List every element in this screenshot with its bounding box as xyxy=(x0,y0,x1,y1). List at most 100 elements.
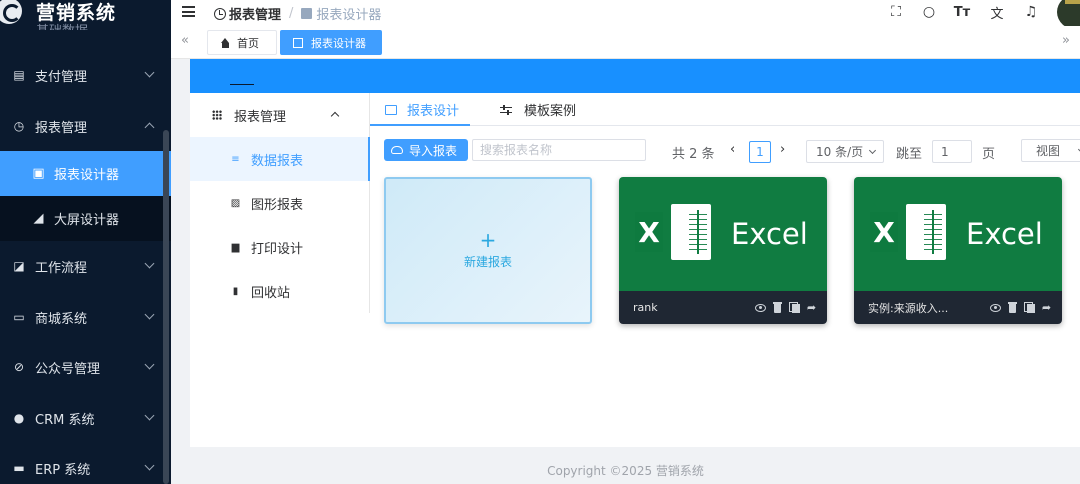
page-size-select[interactable]: 10 条/页 xyxy=(806,140,884,163)
chevron-up-icon xyxy=(330,111,340,121)
hamburger-icon[interactable] xyxy=(182,6,195,17)
report-card[interactable]: X Excel 实例:来源收入... xyxy=(854,177,1062,324)
fullscreen-icon[interactable]: ⛶ xyxy=(887,3,905,21)
preview-icon[interactable] xyxy=(990,302,1001,313)
copy-icon[interactable] xyxy=(1024,302,1035,313)
new-report-card[interactable]: + 新建报表 xyxy=(384,177,592,324)
preview-icon[interactable] xyxy=(755,302,766,313)
sidebar-item-partial[interactable]: 基础数据 xyxy=(36,20,88,30)
report-thumbnail: X Excel xyxy=(619,177,827,291)
divider xyxy=(230,84,254,86)
logo-icon xyxy=(0,0,22,24)
jump-input[interactable] xyxy=(932,140,972,163)
sidebar-item-label: 报表管理 xyxy=(35,120,88,136)
home-icon xyxy=(220,37,231,48)
chevron-left-icon[interactable]: ‹ xyxy=(730,142,735,157)
flow-icon: ◪ xyxy=(13,259,25,273)
chevron-down-icon xyxy=(144,258,155,269)
monitor-icon: ▭ xyxy=(13,310,25,324)
sidebar-item-report-management[interactable]: ◷ 报表管理 xyxy=(0,101,171,151)
copyright-footer: Copyright ©2025 营销系统 xyxy=(547,464,704,478)
sidebar-item-erp[interactable]: ▬ ERP 系统 xyxy=(0,443,171,484)
report-nav-label: 回收站 xyxy=(251,285,291,301)
sidebar-item-label: ERP 系统 xyxy=(35,462,91,478)
copy-icon[interactable] xyxy=(789,302,800,313)
delete-icon[interactable] xyxy=(772,302,783,313)
sidebar: 营销系统 基础数据 ▤ 支付管理 ◷ 报表管理 ▣ 报表设计器 ◢ 大屏设计器 … xyxy=(0,0,171,484)
tab-label: 报表设计 xyxy=(407,104,460,119)
excel-wordmark: Excel xyxy=(731,217,808,251)
card-icon: ▤ xyxy=(13,68,25,82)
delete-icon[interactable] xyxy=(1007,302,1018,313)
sidebar-scrollbar[interactable] xyxy=(163,130,169,484)
report-nav-print-design[interactable]: ▆ 打印设计 xyxy=(190,225,370,269)
chart-icon xyxy=(301,8,313,19)
chevron-down-icon xyxy=(868,146,877,155)
translate-icon[interactable]: 文 xyxy=(988,3,1006,22)
plus-icon: + xyxy=(479,228,497,252)
sidebar-item-crm[interactable]: ● CRM 系统 xyxy=(0,393,171,443)
report-name: rank xyxy=(633,301,658,314)
tag-home[interactable]: 首页 xyxy=(207,30,277,55)
sidebar-item-label: 商城系统 xyxy=(35,311,88,327)
view-select-value: 视图 xyxy=(1036,144,1061,158)
pagination-total: 共 2 条 xyxy=(672,147,715,162)
tab-active-indicator xyxy=(370,124,470,126)
chevron-right-icon[interactable]: › xyxy=(780,142,785,157)
monitor-icon xyxy=(385,104,397,115)
report-nav-chart-report[interactable]: ▨ 图形报表 xyxy=(190,181,370,225)
breadcrumb-current-label: 报表设计器 xyxy=(316,8,382,23)
import-report-button[interactable]: 导入报表 xyxy=(384,139,468,161)
report-card-footer: 实例:来源收入... xyxy=(854,291,1062,324)
compass-icon: ⊘ xyxy=(13,360,25,374)
tab-report-design[interactable]: 报表设计 xyxy=(385,93,459,126)
view-select[interactable]: 视图 xyxy=(1021,139,1080,162)
report-nav-label: 数据报表 xyxy=(251,153,304,169)
sidebar-item-report-designer[interactable]: ▣ 报表设计器 xyxy=(0,151,171,196)
sidebar-item-label: 支付管理 xyxy=(35,69,88,85)
printer-icon: ▆ xyxy=(231,241,240,253)
main-content: 报表管理 ≡ 数据报表 ▨ 图形报表 ▆ 打印设计 ▮ 回收站 报表设计 模板案… xyxy=(190,59,1080,447)
image-icon: ▨ xyxy=(230,197,241,209)
report-nav-label: 图形报表 xyxy=(251,197,304,213)
sliders-icon xyxy=(500,104,512,115)
report-nav-data-report[interactable]: ≡ 数据报表 xyxy=(190,137,370,181)
search-input[interactable] xyxy=(472,139,646,161)
chevron-down-icon xyxy=(144,67,155,78)
grid-icon xyxy=(212,110,222,120)
excel-wordmark: Excel xyxy=(966,217,1043,251)
breadcrumb-current: 报表设计器 xyxy=(301,4,381,23)
report-nav-group[interactable]: 报表管理 xyxy=(190,93,370,137)
scroll-right-icon[interactable]: » xyxy=(1062,33,1070,48)
import-report-label: 导入报表 xyxy=(409,143,458,158)
report-card[interactable]: X Excel rank xyxy=(619,177,827,324)
list-icon: ≡ xyxy=(231,153,240,165)
user-icon: ● xyxy=(13,411,25,425)
bell-icon[interactable]: ♫ xyxy=(1022,3,1040,21)
share-icon[interactable] xyxy=(806,302,817,313)
sidebar-item-workflow[interactable]: ◪ 工作流程 xyxy=(0,241,171,291)
breadcrumb-separator: / xyxy=(289,6,294,21)
excel-x-icon: X xyxy=(635,212,663,252)
pagination-page[interactable]: 1 xyxy=(749,141,771,163)
sidebar-item-mall[interactable]: ▭ 商城系统 xyxy=(0,292,171,342)
new-report-label: 新建报表 xyxy=(463,255,512,269)
chart-icon xyxy=(293,37,303,48)
breadcrumb: 报表管理 / 报表设计器 xyxy=(214,4,381,23)
search-icon[interactable]: ○ xyxy=(920,3,938,21)
share-icon[interactable] xyxy=(1041,302,1052,313)
shop-icon: ▬ xyxy=(13,461,25,475)
sidebar-item-official-account[interactable]: ⊘ 公众号管理 xyxy=(0,342,171,392)
cloud-upload-icon xyxy=(391,146,403,154)
tab-template-cases[interactable]: 模板案例 xyxy=(500,93,576,126)
sidebar-item-screen-designer[interactable]: ◢ 大屏设计器 xyxy=(0,196,171,241)
scroll-left-icon[interactable]: « xyxy=(181,33,189,48)
clock-icon: ◷ xyxy=(13,119,25,133)
report-nav-recycle-bin[interactable]: ▮ 回收站 xyxy=(190,269,370,313)
font-size-icon[interactable]: Tт xyxy=(953,3,971,21)
chevron-down-icon xyxy=(144,460,155,471)
tag-report-designer[interactable]: 报表设计器 xyxy=(280,30,382,55)
sidebar-item-payment[interactable]: ▤ 支付管理 xyxy=(0,50,171,100)
clock-icon xyxy=(214,7,226,20)
breadcrumb-parent[interactable]: 报表管理 xyxy=(229,4,281,23)
